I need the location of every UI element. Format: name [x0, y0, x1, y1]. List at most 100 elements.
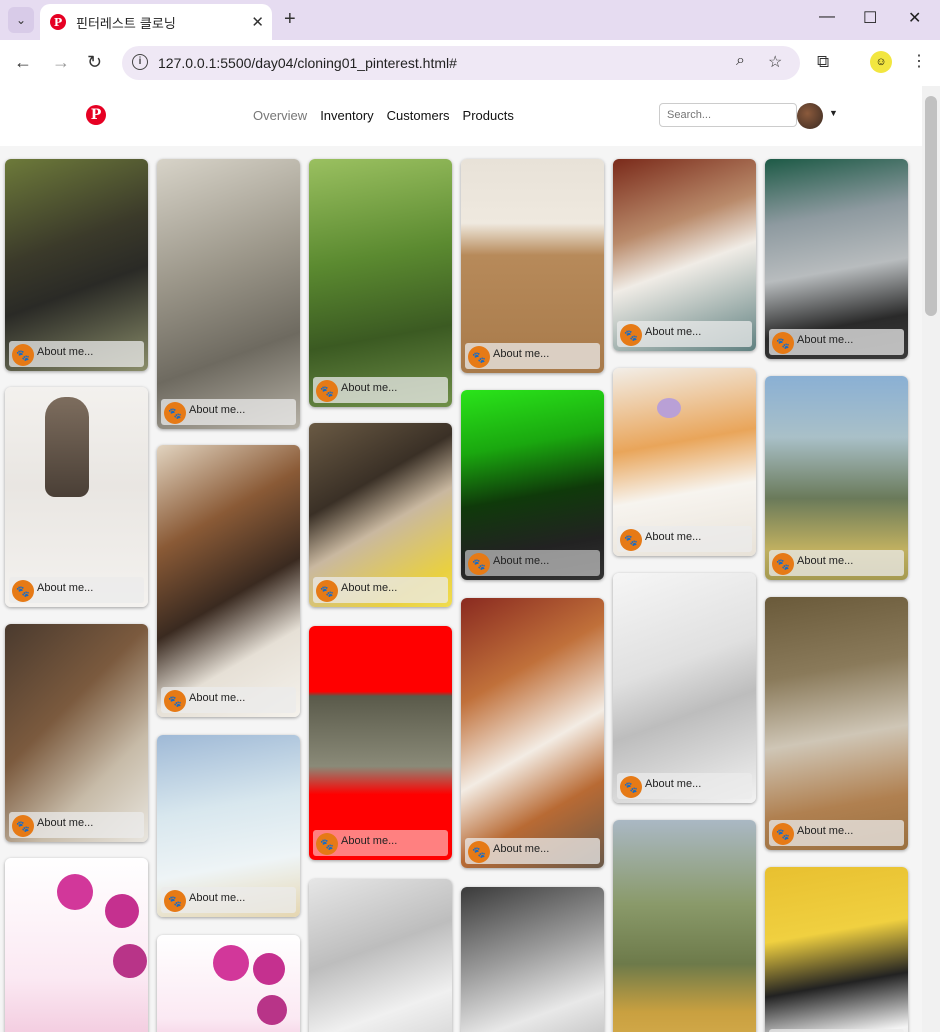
back-icon[interactable]: ← [14, 52, 32, 73]
pin-card[interactable]: 🐾About me... [157, 445, 300, 717]
pin-card[interactable]: 🐾About me... [5, 624, 148, 842]
pin-card[interactable] [157, 935, 300, 1032]
tab-search-icon[interactable]: ⌄ [8, 7, 34, 33]
pin-caption-text: About me... [797, 555, 854, 567]
pin-caption-text: About me... [189, 404, 246, 416]
search-input[interactable] [659, 103, 797, 127]
pin-caption: 🐾About me... [769, 329, 904, 355]
pin-caption: 🐾About me... [617, 773, 752, 799]
heart-balloon [113, 944, 147, 978]
pin-card[interactable]: 🐾About me... [765, 597, 908, 850]
page-scrollbar[interactable] [922, 86, 940, 1032]
paw-icon: 🐾 [468, 553, 490, 575]
site-header: P Overview Inventory Customers Products … [0, 86, 922, 146]
nav-customers[interactable]: Customers [387, 108, 450, 123]
pin-card[interactable]: 🐾About me... [765, 376, 908, 580]
heart-balloon [105, 894, 139, 928]
reload-icon[interactable]: ↻ [87, 52, 102, 73]
pin-card[interactable]: 🐾About me... [765, 867, 908, 1032]
url-text[interactable]: 127.0.0.1:5500/day04/cloning01_pinterest… [158, 55, 457, 71]
paw-icon: 🐾 [772, 553, 794, 575]
paw-icon: 🐾 [468, 346, 490, 368]
pin-caption: 🐾About me... [465, 343, 600, 369]
bookmark-star-icon[interactable]: ☆ [768, 52, 782, 72]
pin-caption-text: About me... [645, 326, 702, 338]
pin-card[interactable]: 🐾About me... [461, 390, 604, 580]
pin-caption-text: About me... [645, 778, 702, 790]
pin-card[interactable] [309, 879, 452, 1032]
pin-caption: 🐾About me... [9, 577, 144, 603]
pin-caption: 🐾About me... [9, 812, 144, 838]
pin-caption: 🐾About me... [465, 550, 600, 576]
nav-inventory[interactable]: Inventory [320, 108, 373, 123]
pin-card[interactable] [613, 820, 756, 1032]
pin-caption: 🐾About me... [617, 321, 752, 347]
heart-balloon [253, 953, 285, 985]
pin-caption: 🐾About me... [313, 830, 448, 856]
close-window-icon[interactable]: ✕ [908, 8, 921, 28]
address-bar[interactable]: i 127.0.0.1:5500/day04/cloning01_pintere… [122, 46, 800, 80]
nav-products[interactable]: Products [463, 108, 514, 123]
pin-card[interactable]: 🐾About me... [5, 159, 148, 371]
paw-icon: 🐾 [620, 776, 642, 798]
flower-decoration [657, 398, 681, 418]
nav-overview[interactable]: Overview [253, 108, 307, 123]
pin-caption: 🐾About me... [465, 838, 600, 864]
pin-card[interactable]: 🐾About me... [309, 626, 452, 860]
pin-caption: 🐾About me... [769, 550, 904, 576]
avatar[interactable] [797, 103, 823, 129]
paw-icon: 🐾 [12, 344, 34, 366]
pin-caption: 🐾About me... [313, 377, 448, 403]
menu-icon[interactable]: ⋮ [911, 51, 927, 71]
pin-card[interactable]: 🐾About me... [765, 159, 908, 359]
pin-caption-text: About me... [493, 555, 550, 567]
pin-caption-text: About me... [341, 382, 398, 394]
minimize-icon[interactable]: — [819, 8, 835, 26]
pin-caption-text: About me... [645, 531, 702, 543]
heart-balloon [213, 945, 249, 981]
pin-caption-text: About me... [189, 892, 246, 904]
pin-card[interactable]: 🐾About me... [613, 573, 756, 803]
pin-caption: 🐾About me... [161, 687, 296, 713]
page-viewport: P Overview Inventory Customers Products … [0, 86, 922, 1032]
chevron-down-icon[interactable]: ▼ [829, 108, 838, 118]
new-tab-icon[interactable]: + [284, 8, 296, 31]
tab-close-icon[interactable]: ✕ [251, 13, 264, 31]
pin-caption-text: About me... [189, 692, 246, 704]
pin-card[interactable]: 🐾About me... [157, 735, 300, 917]
pin-card[interactable] [461, 887, 604, 1032]
browser-tab[interactable]: P 핀터레스트 클로닝 ✕ [40, 4, 272, 40]
extensions-icon[interactable]: ⧉ [817, 52, 829, 72]
pin-card[interactable] [5, 858, 148, 1032]
pin-caption-text: About me... [341, 582, 398, 594]
paw-icon: 🐾 [316, 833, 338, 855]
pin-card[interactable]: 🐾About me... [309, 159, 452, 407]
pin-caption-text: About me... [37, 582, 94, 594]
pin-card[interactable]: 🐾About me... [309, 423, 452, 607]
paw-icon: 🐾 [12, 815, 34, 837]
browser-toolbar: ← → ↻ i 127.0.0.1:5500/day04/cloning01_p… [0, 40, 940, 86]
pinterest-logo-icon[interactable]: P [86, 105, 106, 125]
pin-card[interactable]: 🐾About me... [461, 159, 604, 373]
pin-caption: 🐾About me... [161, 399, 296, 425]
site-info-icon[interactable]: i [132, 54, 148, 70]
pin-caption-text: About me... [797, 334, 854, 346]
cat-silhouette [45, 397, 89, 497]
profile-icon[interactable]: ☺ [870, 51, 892, 73]
browser-tab-bar: ⌄ P 핀터레스트 클로닝 ✕ + — ☐ ✕ [0, 0, 940, 40]
paw-icon: 🐾 [772, 823, 794, 845]
paw-icon: 🐾 [468, 841, 490, 863]
zoom-icon[interactable]: ⌕ [736, 52, 745, 70]
forward-icon[interactable]: → [52, 52, 70, 73]
scrollbar-thumb[interactable] [925, 96, 937, 316]
main-nav: Overview Inventory Customers Products [253, 108, 514, 123]
pin-card[interactable]: 🐾About me... [157, 159, 300, 429]
pin-card[interactable]: 🐾About me... [613, 159, 756, 351]
pin-caption-text: About me... [493, 843, 550, 855]
heart-balloon [257, 995, 287, 1025]
pin-caption: 🐾About me... [769, 820, 904, 846]
maximize-icon[interactable]: ☐ [863, 8, 877, 28]
pin-card[interactable]: 🐾About me... [461, 598, 604, 868]
pin-card[interactable]: 🐾About me... [613, 368, 756, 556]
pin-card[interactable]: 🐾About me... [5, 387, 148, 607]
